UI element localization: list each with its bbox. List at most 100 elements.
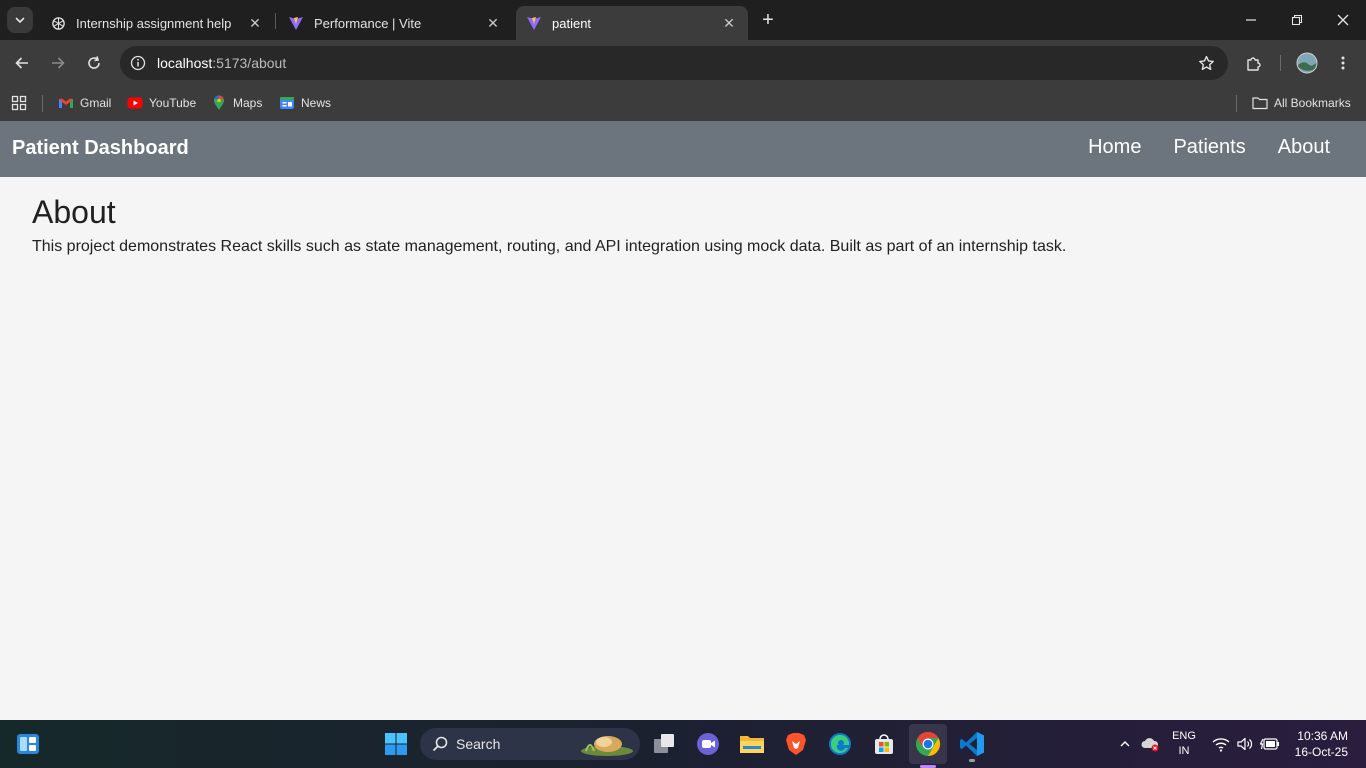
apps-grid-icon [11, 95, 27, 111]
bookmark-maps[interactable]: Maps [211, 93, 262, 113]
close-window-button[interactable] [1320, 0, 1366, 40]
clock-date: 16-Oct-25 [1294, 745, 1348, 759]
nav-link-patients[interactable]: Patients [1173, 136, 1245, 159]
toolbar-divider [1280, 55, 1281, 71]
brave-lion-icon [786, 733, 806, 755]
arrow-right-icon [52, 57, 65, 69]
bookmark-star-icon[interactable] [1196, 53, 1216, 73]
show-hidden-icons-button[interactable] [1116, 730, 1134, 758]
tab-internship-assignment[interactable]: Internship assignment help ✕ [40, 6, 274, 40]
page-title: About [32, 194, 116, 230]
tab-title: Internship assignment help [76, 15, 232, 31]
chatgpt-icon [50, 15, 66, 31]
start-button[interactable] [382, 730, 410, 758]
folder-icon [740, 736, 764, 753]
taskbar-app-edge[interactable] [826, 730, 854, 758]
bookmark-youtube[interactable]: YouTube [127, 93, 196, 113]
language-code: ENG [1172, 730, 1196, 742]
wifi-status[interactable] [1211, 730, 1231, 758]
tab-title: patient [552, 15, 592, 31]
close-icon[interactable]: ✕ [484, 14, 502, 32]
battery-charging-icon [1260, 738, 1279, 750]
vite-icon [288, 15, 304, 31]
browser-tab-strip: Internship assignment help ✕ Performance… [0, 0, 1366, 40]
tab-performance-vite[interactable]: Performance | Vite ✕ [278, 6, 512, 40]
close-icon[interactable]: ✕ [720, 14, 738, 32]
vite-icon [526, 15, 542, 31]
chevron-up-icon [1120, 741, 1130, 747]
minimize-icon [1246, 19, 1256, 21]
windows-taskbar: Search ENG IN 10:36 AM 16-Oct-25 [0, 720, 1366, 768]
bookmarks-bar: Gmail YouTube Maps News All Bookmarks [0, 86, 1366, 121]
taskbar-clock[interactable]: 10:36 AM 16-Oct-25 [1286, 728, 1348, 760]
bookmark-label: Gmail [80, 96, 112, 110]
profile-avatar[interactable] [1294, 50, 1320, 76]
taskbar-app-file-explorer[interactable] [738, 730, 766, 758]
puzzle-icon [1247, 57, 1261, 71]
search-highlight-image [581, 736, 633, 756]
forward-button[interactable] [45, 50, 71, 76]
reload-icon [88, 56, 100, 69]
browser-menu-button[interactable] [1330, 50, 1356, 76]
chevron-down-icon [15, 17, 25, 24]
taskbar-app-brave[interactable] [782, 730, 810, 758]
close-icon [1337, 14, 1349, 26]
restore-icon [1291, 14, 1303, 26]
taskbar-app-chrome[interactable] [909, 724, 947, 768]
reload-button[interactable] [81, 50, 107, 76]
running-app-indicator [969, 759, 975, 762]
youtube-icon [127, 95, 143, 111]
tab-patient[interactable]: patient ✕ [516, 6, 748, 40]
bookmark-label: News [301, 96, 332, 110]
more-vertical-icon [1341, 56, 1345, 70]
taskbar-app-meet[interactable] [694, 730, 722, 758]
cloud-error-icon [1141, 738, 1159, 752]
nav-link-about[interactable]: About [1278, 136, 1330, 159]
address-bar[interactable]: localhost:5173/about [120, 46, 1228, 80]
bookmarks-divider [42, 95, 43, 112]
search-icon [432, 736, 448, 752]
about-section: About This project demonstrates React sk… [32, 195, 1066, 256]
apps-button[interactable] [11, 93, 33, 113]
tab-search-button[interactable] [7, 7, 33, 33]
back-button[interactable] [9, 50, 35, 76]
taskbar-app-store[interactable] [870, 730, 898, 758]
folder-icon [1252, 95, 1268, 111]
taskbar-search[interactable]: Search [420, 728, 640, 760]
input-language-indicator[interactable]: ENG IN [1168, 729, 1200, 759]
bookmark-label: YouTube [149, 96, 197, 110]
new-tab-button[interactable]: + [756, 8, 780, 32]
app-brand: Patient Dashboard [12, 137, 189, 159]
widgets-icon [17, 734, 39, 754]
restore-button[interactable] [1274, 0, 1320, 40]
wifi-icon [1212, 738, 1230, 752]
widgets-button[interactable] [14, 730, 42, 758]
bookmark-news[interactable]: News [279, 93, 331, 113]
about-description: This project demonstrates React skills s… [32, 238, 1067, 255]
all-bookmarks-button[interactable]: All Bookmarks [1252, 93, 1351, 113]
nav-links: Home Patients About [1088, 136, 1330, 159]
site-info-icon[interactable] [128, 53, 148, 73]
tab-divider [275, 13, 276, 29]
speaker-icon [1237, 737, 1253, 751]
nav-link-home[interactable]: Home [1088, 136, 1141, 159]
minimize-button[interactable] [1228, 0, 1274, 40]
close-icon[interactable]: ✕ [246, 14, 264, 32]
task-view-button[interactable] [650, 730, 678, 758]
battery-status[interactable] [1259, 730, 1281, 758]
onedrive-status-button[interactable] [1138, 730, 1162, 758]
news-icon [279, 95, 295, 111]
language-region: IN [1178, 745, 1190, 757]
avatar-icon [1296, 52, 1318, 74]
volume-status[interactable] [1235, 730, 1255, 758]
app-navbar: Patient Dashboard Home Patients About [0, 121, 1366, 177]
store-bag-icon [875, 734, 893, 754]
extensions-button[interactable] [1241, 50, 1267, 76]
search-placeholder: Search [456, 736, 501, 752]
bookmark-gmail[interactable]: Gmail [58, 93, 111, 113]
video-chat-icon [697, 733, 719, 755]
taskbar-app-vscode[interactable] [958, 730, 986, 762]
url-path: :5173/about [212, 55, 287, 71]
arrow-left-icon [15, 57, 28, 69]
bookmarks-divider [1236, 95, 1237, 112]
